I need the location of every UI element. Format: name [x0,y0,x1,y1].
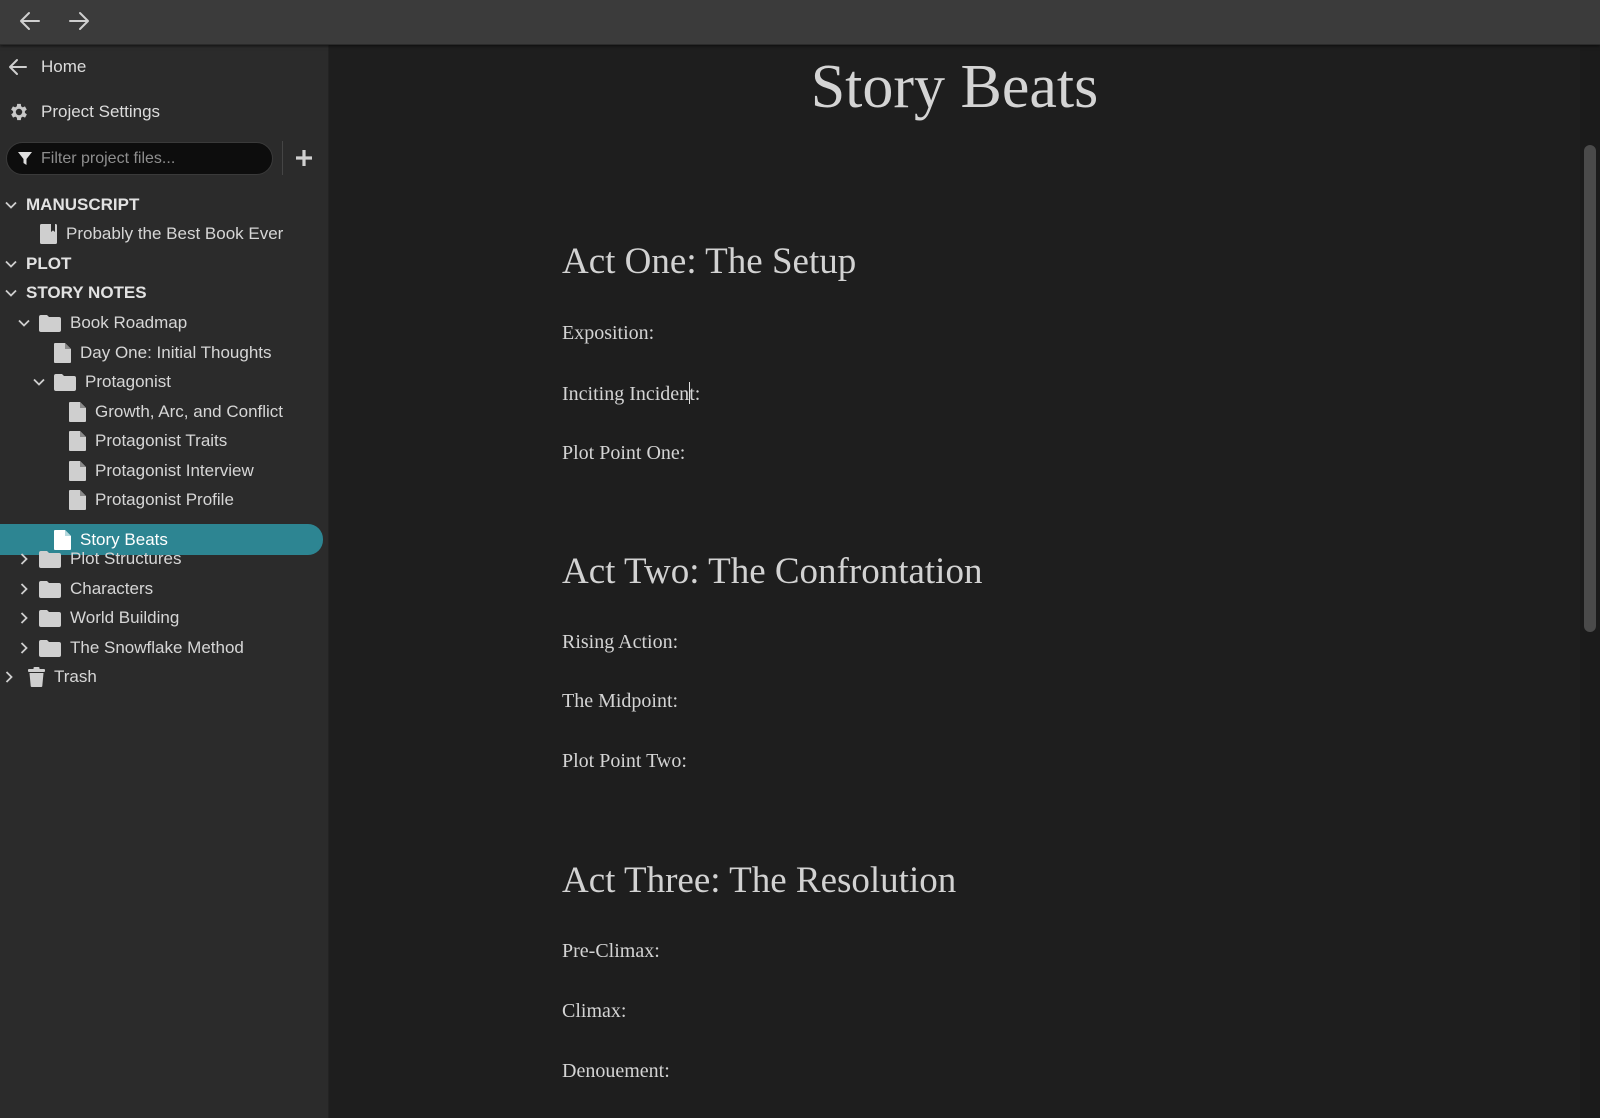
tree-folder-book-roadmap[interactable]: Book Roadmap [17,309,187,337]
tree-item-label: Day One: Initial Thoughts [80,343,272,362]
tree-item-growth-arc[interactable]: Growth, Arc, and Conflict [69,398,283,426]
tree-item-label: The Snowflake Method [70,638,244,657]
file-icon [69,461,86,481]
forward-button[interactable] [63,6,95,36]
filter-icon [18,151,32,165]
tree-folder-protagonist[interactable]: Protagonist [32,368,171,396]
editor-scrollbar-thumb[interactable] [1584,145,1596,632]
tree-folder-world-building[interactable]: World Building [17,604,179,632]
arrow-left-icon [9,59,27,75]
beat-line[interactable]: Pre-Climax: [562,940,660,963]
tree-item-label: Plot Structures [70,549,182,568]
tree-item-label: Growth, Arc, and Conflict [95,402,284,421]
project-settings-link[interactable]: Project Settings [8,98,160,126]
act-heading[interactable]: Act Two: The Confrontation [562,550,982,593]
folder-icon [39,314,61,332]
gear-icon [11,103,27,121]
document-title[interactable]: Story Beats [329,52,1580,123]
chevron-right-icon [20,612,28,624]
folder-icon [39,580,61,598]
tree-item-day-one[interactable]: Day One: Initial Thoughts [54,339,272,367]
tree-item-label: Probably the Best Book Ever [66,224,284,243]
chevron-down-icon [5,201,17,209]
tree-item-label: World Building [70,608,180,627]
beat-line-with-caret[interactable]: Inciting Incident: [562,382,700,406]
beat-line[interactable]: Plot Point Two: [562,750,687,773]
section-manuscript-label: MANUSCRIPT [26,195,140,214]
folder-icon [39,550,61,568]
folder-icon [54,373,76,391]
file-icon [69,431,86,451]
chevron-right-icon [20,642,28,654]
arrow-right-icon [69,12,89,30]
beat-line[interactable]: Denouement: [562,1060,670,1083]
filter-box [6,142,273,175]
add-file-button[interactable] [291,144,317,172]
section-plot-label: PLOT [26,254,72,273]
section-story-notes-label: STORY NOTES [26,283,147,302]
chevron-right-icon [20,583,28,595]
sidebar: Home Project Settings MANUSCRIPT Probabl… [0,44,329,1118]
tree-item-label: Protagonist [85,372,171,391]
file-icon [69,402,86,422]
chevron-right-icon [5,671,13,683]
plus-icon [296,150,312,166]
beat-text-after-caret: t: [689,383,701,405]
tree-item-label: Characters [70,579,154,598]
beat-line[interactable]: Plot Point One: [562,442,685,465]
trash-icon [28,667,45,687]
file-icon [54,343,71,363]
project-settings-label: Project Settings [41,102,161,121]
tree-folder-plot-structures[interactable]: Plot Structures [17,545,182,573]
chevron-down-icon [18,319,30,327]
filter-input[interactable] [39,148,263,169]
tree-item-protagonist-traits[interactable]: Protagonist Traits [69,427,227,455]
tree-item-label: Protagonist Traits [95,431,228,450]
section-plot[interactable]: PLOT [4,250,71,278]
beat-line[interactable]: The Midpoint: [562,690,678,713]
section-manuscript[interactable]: MANUSCRIPT [4,191,139,219]
book-icon [40,224,57,244]
folder-icon [39,609,61,627]
top-toolbar [0,0,1600,45]
chevron-down-icon [33,378,45,386]
tree-item-protagonist-profile[interactable]: Protagonist Profile [69,486,234,514]
act-heading[interactable]: Act Three: The Resolution [562,859,956,902]
tree-item-label: Protagonist Profile [95,490,234,509]
home-link[interactable]: Home [8,53,86,81]
tree-item-label: Trash [54,667,97,686]
chevron-right-icon [20,553,28,565]
folder-icon [39,639,61,657]
editor-pane[interactable]: Story Beats Act One: The Setup Expositio… [329,44,1580,1118]
tree-folder-snowflake-method[interactable]: The Snowflake Method [17,634,244,662]
chevron-down-icon [5,260,17,268]
tree-folder-characters[interactable]: Characters [17,575,153,603]
act-heading[interactable]: Act One: The Setup [562,240,856,283]
chevron-down-icon [5,289,17,297]
beat-line[interactable]: Rising Action: [562,631,678,654]
beat-text-before-caret: Inciting Inciden [562,383,690,405]
beat-line[interactable]: Exposition: [562,322,654,345]
file-icon [69,490,86,510]
home-label: Home [41,57,87,76]
tree-item-protagonist-interview[interactable]: Protagonist Interview [69,457,254,485]
tree-item-label: Protagonist Interview [95,461,254,480]
tree-item-trash[interactable]: Trash [2,663,97,691]
section-story-notes[interactable]: STORY NOTES [4,279,147,307]
tree-item-label: Book Roadmap [70,313,188,332]
back-button[interactable] [14,6,46,36]
filter-divider [282,141,283,175]
tree-item-manuscript-book[interactable]: Probably the Best Book Ever [40,220,283,248]
arrow-left-icon [20,12,40,30]
beat-line[interactable]: Climax: [562,1000,626,1023]
